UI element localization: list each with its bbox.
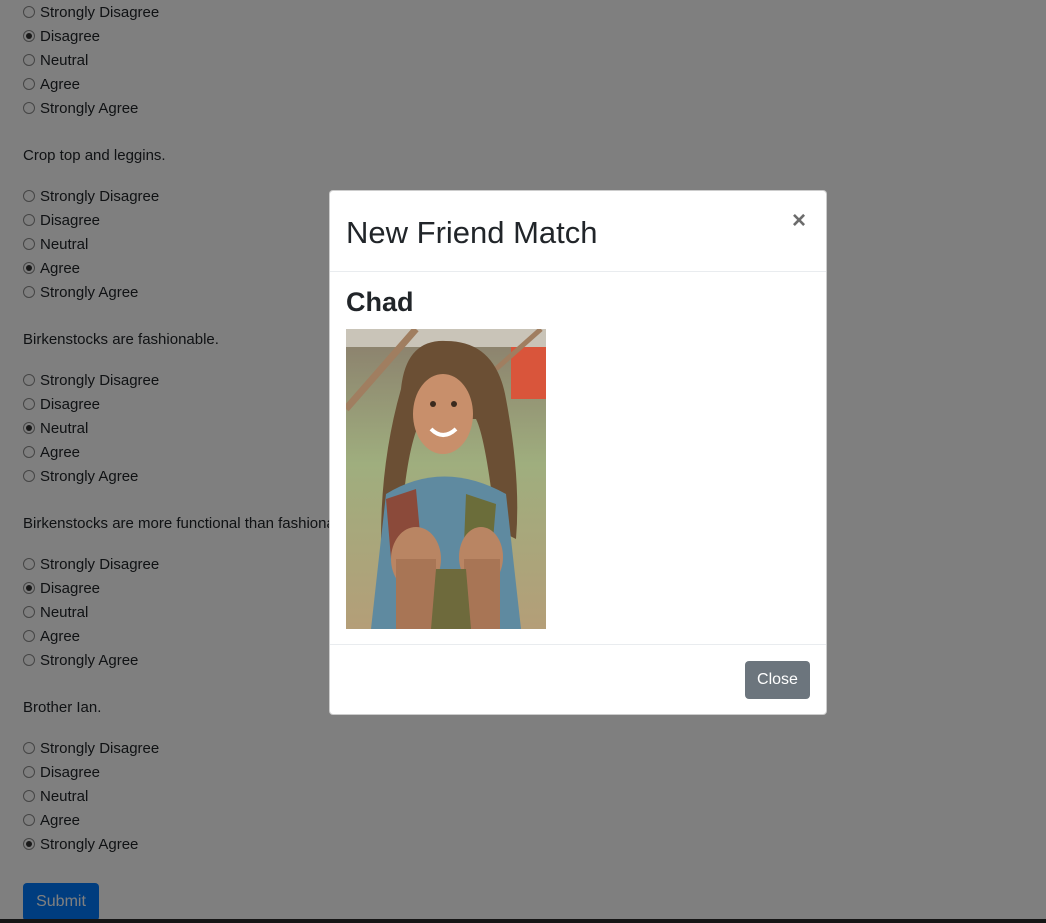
friend-match-modal: New Friend Match × Chad Close xyxy=(329,190,827,715)
close-button[interactable]: Close xyxy=(745,661,810,699)
survey-page: Strongly DisagreeDisagreeNeutralAgreeStr… xyxy=(0,0,1046,923)
close-icon[interactable]: × xyxy=(788,207,810,235)
modal-footer: Close xyxy=(330,645,826,714)
modal-title: New Friend Match xyxy=(346,215,598,250)
match-photo xyxy=(346,329,546,629)
match-name: Chad xyxy=(346,287,414,317)
modal-body: Chad xyxy=(330,272,826,645)
person-photo-icon xyxy=(346,329,546,629)
modal-header: New Friend Match × xyxy=(330,191,826,272)
